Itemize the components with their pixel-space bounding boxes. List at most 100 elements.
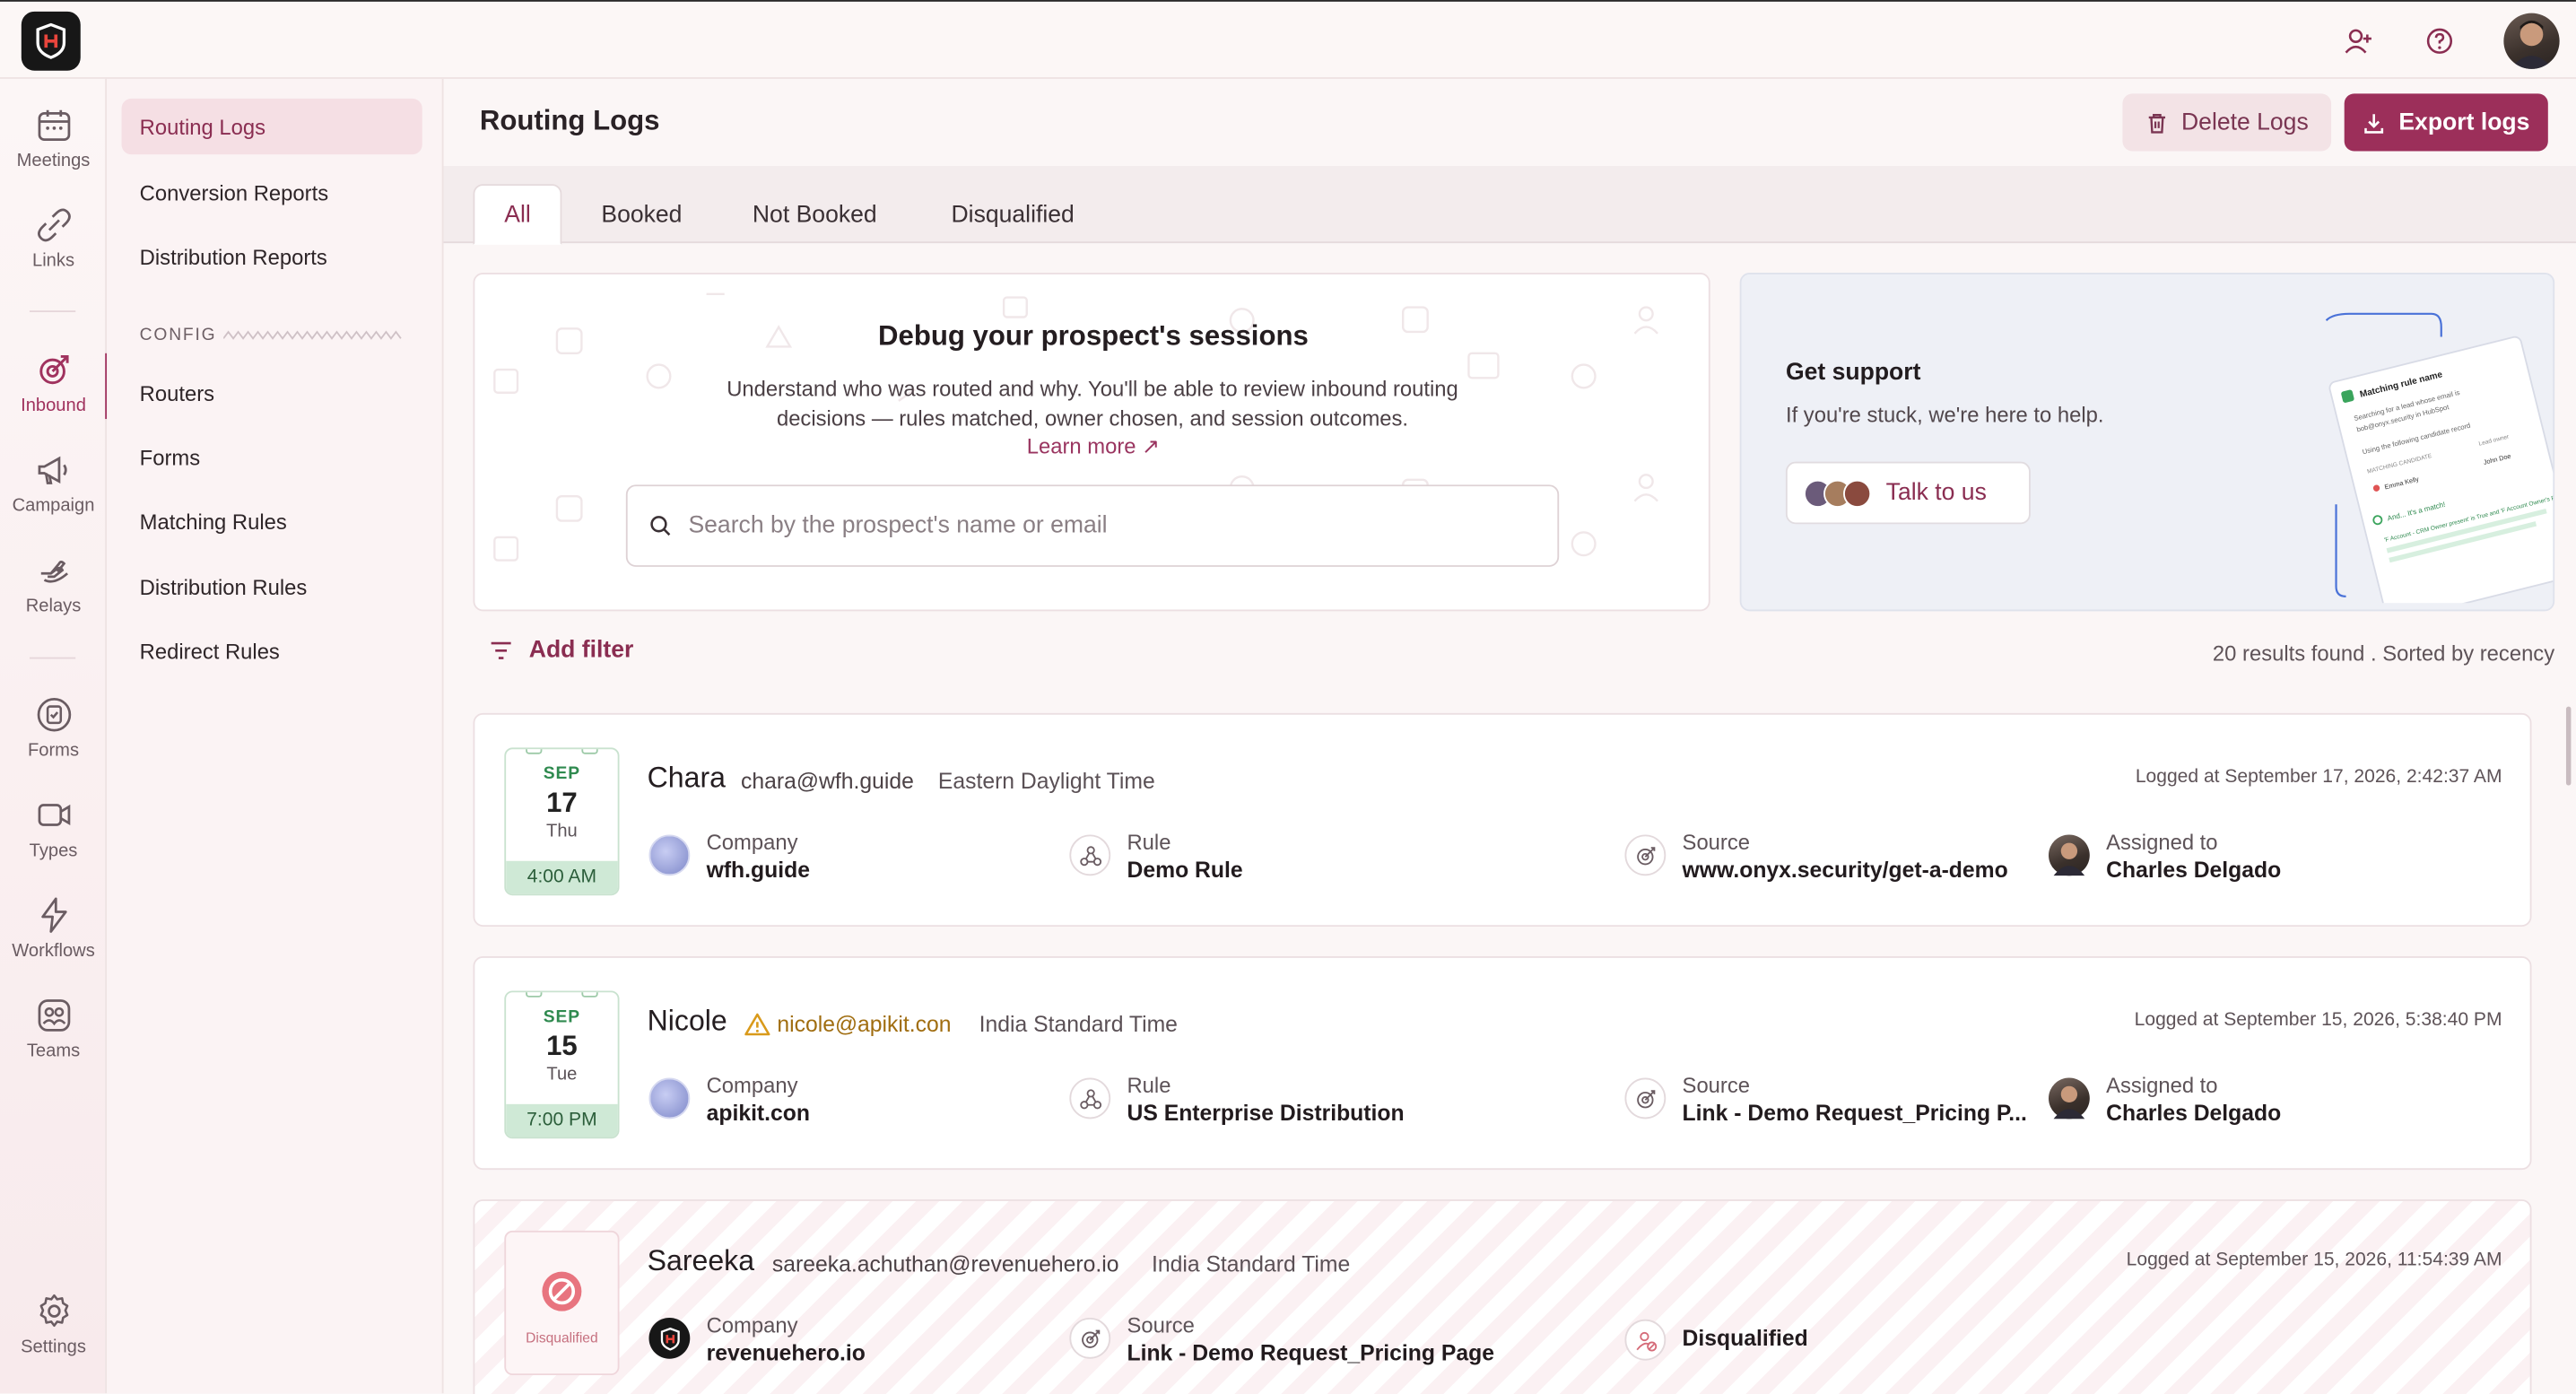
assignee-avatar (2049, 1077, 2090, 1120)
prospect-name: Sareeka (647, 1243, 755, 1277)
zigzag-divider (223, 330, 402, 340)
export-logs-button[interactable]: Export logs (2344, 93, 2548, 152)
rail-divider (29, 657, 76, 659)
calendar-pin (526, 749, 543, 754)
teams-icon (37, 999, 70, 1032)
rail-relays[interactable]: Relays (0, 551, 107, 643)
relay-hand-icon (39, 561, 68, 583)
subnav-routers[interactable]: Routers (122, 365, 422, 421)
warning-icon (744, 1013, 770, 1036)
help-icon[interactable] (2424, 24, 2457, 57)
user-avatar[interactable] (2503, 13, 2560, 69)
rail-inbound[interactable]: Inbound (0, 350, 109, 442)
field-label: Source (1682, 829, 1751, 855)
source-value: www.onyx.security/get-a-demo (1682, 858, 2008, 883)
rail-label: Relays (25, 596, 82, 616)
support-avatars (1804, 478, 1872, 508)
debug-title: Debug your prospect's sessions (878, 320, 1309, 352)
secondary-nav: Routing Logs Conversion Reports Distribu… (107, 78, 444, 1394)
assignee-value: Charles Delgado (2106, 1101, 2282, 1126)
video-icon (37, 804, 70, 826)
log-card[interactable]: SEP 15 Tue 7:00 PM Nicole nicole@apikit.… (473, 955, 2532, 1171)
date-day: 17 (546, 787, 578, 819)
field-label: Assigned to (2106, 1073, 2218, 1098)
company-value: wfh.guide (706, 858, 810, 883)
page-title: Routing Logs (479, 105, 660, 137)
field-label: Assigned to (2106, 829, 2218, 855)
calendar-pin (581, 992, 598, 998)
source-field: Source Link - Demo Request_Pricing Page (1069, 1312, 1494, 1365)
rail-settings[interactable]: Settings (0, 1292, 107, 1384)
source-field: Source www.onyx.security/get-a-demo (1624, 829, 2008, 883)
support-subtitle: If you're stuck, we're here to help. (1785, 402, 2104, 428)
field-label: Company (706, 1312, 798, 1337)
rail-workflows[interactable]: Workflows (0, 895, 107, 988)
prospect-timezone: India Standard Time (1151, 1251, 1351, 1277)
rule-icon (1069, 1077, 1111, 1120)
logged-at: Logged at September 15, 2026, 11:54:39 A… (2126, 1250, 2502, 1270)
assignee-value: Charles Delgado (2106, 858, 2282, 883)
prospect-name: Chara (647, 761, 726, 794)
date-weekday: Thu (546, 821, 578, 841)
rail-label: Settings (21, 1337, 86, 1357)
rail-divider (29, 310, 76, 313)
revenuehero-logo-icon (36, 22, 66, 59)
assignee-avatar (2049, 834, 2090, 876)
scrollbar-thumb[interactable] (2565, 706, 2572, 786)
tab-disqualified[interactable]: Disqualified (922, 184, 1104, 245)
disqualified-badge-label: Disqualified (526, 1329, 598, 1346)
rail-label: Teams (26, 1041, 81, 1062)
prospect-search-input[interactable] (688, 512, 1510, 539)
add-filter-button[interactable]: Add filter (490, 638, 633, 664)
prospect-search[interactable] (625, 484, 1560, 567)
rail-campaign[interactable]: Campaign (0, 450, 107, 543)
rail-links[interactable]: Links (0, 205, 107, 298)
subnav-forms[interactable]: Forms (122, 429, 422, 484)
field-label: Source (1682, 1073, 1751, 1098)
top-bar (0, 0, 2576, 79)
calendar-pin (526, 992, 543, 998)
matching-rule-illustration: Matching rule name Searching for a lead … (2325, 312, 2554, 604)
learn-more-link[interactable]: Learn more ↗ (474, 434, 1709, 460)
ban-icon (542, 1271, 582, 1311)
log-card[interactable]: SEP 17 Thu 4:00 AM Chara chara@wfh.guide… (473, 712, 2532, 928)
date-time: 7:00 PM (506, 1103, 618, 1137)
app-logo[interactable] (21, 11, 81, 71)
filter-icon (491, 641, 511, 659)
subnav-redirect-rules[interactable]: Redirect Rules (122, 623, 422, 678)
rail-label: Types (29, 841, 78, 861)
source-icon (1624, 834, 1667, 876)
field-label: Company (706, 1073, 798, 1098)
log-card-disqualified[interactable]: Disqualified Sareeka sareeka.achuthan@re… (473, 1199, 2532, 1394)
add-user-icon[interactable] (2343, 24, 2376, 57)
tab-all[interactable]: All (473, 184, 562, 245)
rail-forms[interactable]: Forms (0, 695, 107, 788)
subnav-conversion-reports[interactable]: Conversion Reports (122, 164, 422, 220)
prospect-email: chara@wfh.guide (741, 769, 914, 794)
forms-icon (36, 697, 71, 732)
talk-to-us-label: Talk to us (1885, 479, 1987, 507)
field-label: Rule (1127, 829, 1171, 855)
tab-booked[interactable]: Booked (571, 184, 711, 245)
export-logs-label: Export logs (2398, 109, 2530, 136)
support-card: Get support If you're stuck, we're here … (1739, 273, 2555, 612)
assigned-field: Assigned to Charles Delgado (2049, 1073, 2281, 1126)
delete-logs-button[interactable]: Delete Logs (2122, 93, 2332, 152)
subnav-routing-logs[interactable]: Routing Logs (121, 98, 422, 155)
company-value: apikit.con (706, 1101, 811, 1126)
globe-icon (648, 1077, 691, 1120)
subnav-distribution-reports[interactable]: Distribution Reports (122, 229, 422, 284)
prospect-email: nicole@apikit.con (777, 1012, 952, 1037)
rail-meetings[interactable]: Meetings (0, 105, 107, 197)
rail-types[interactable]: Types (0, 795, 107, 887)
config-section-label: CONFIG (139, 325, 217, 345)
tab-not-booked[interactable]: Not Booked (723, 184, 907, 245)
subnav-distribution-rules[interactable]: Distribution Rules (122, 559, 422, 614)
prospect-timezone: Eastern Daylight Time (937, 769, 1155, 794)
prospect-timezone: India Standard Time (979, 1012, 1178, 1037)
rail-teams[interactable]: Teams (0, 996, 107, 1088)
subnav-matching-rules[interactable]: Matching Rules (122, 492, 422, 548)
talk-to-us-button[interactable]: Talk to us (1785, 461, 2031, 525)
support-title: Get support (1785, 360, 1921, 387)
logged-at: Logged at September 17, 2026, 2:42:37 AM (2135, 767, 2502, 788)
